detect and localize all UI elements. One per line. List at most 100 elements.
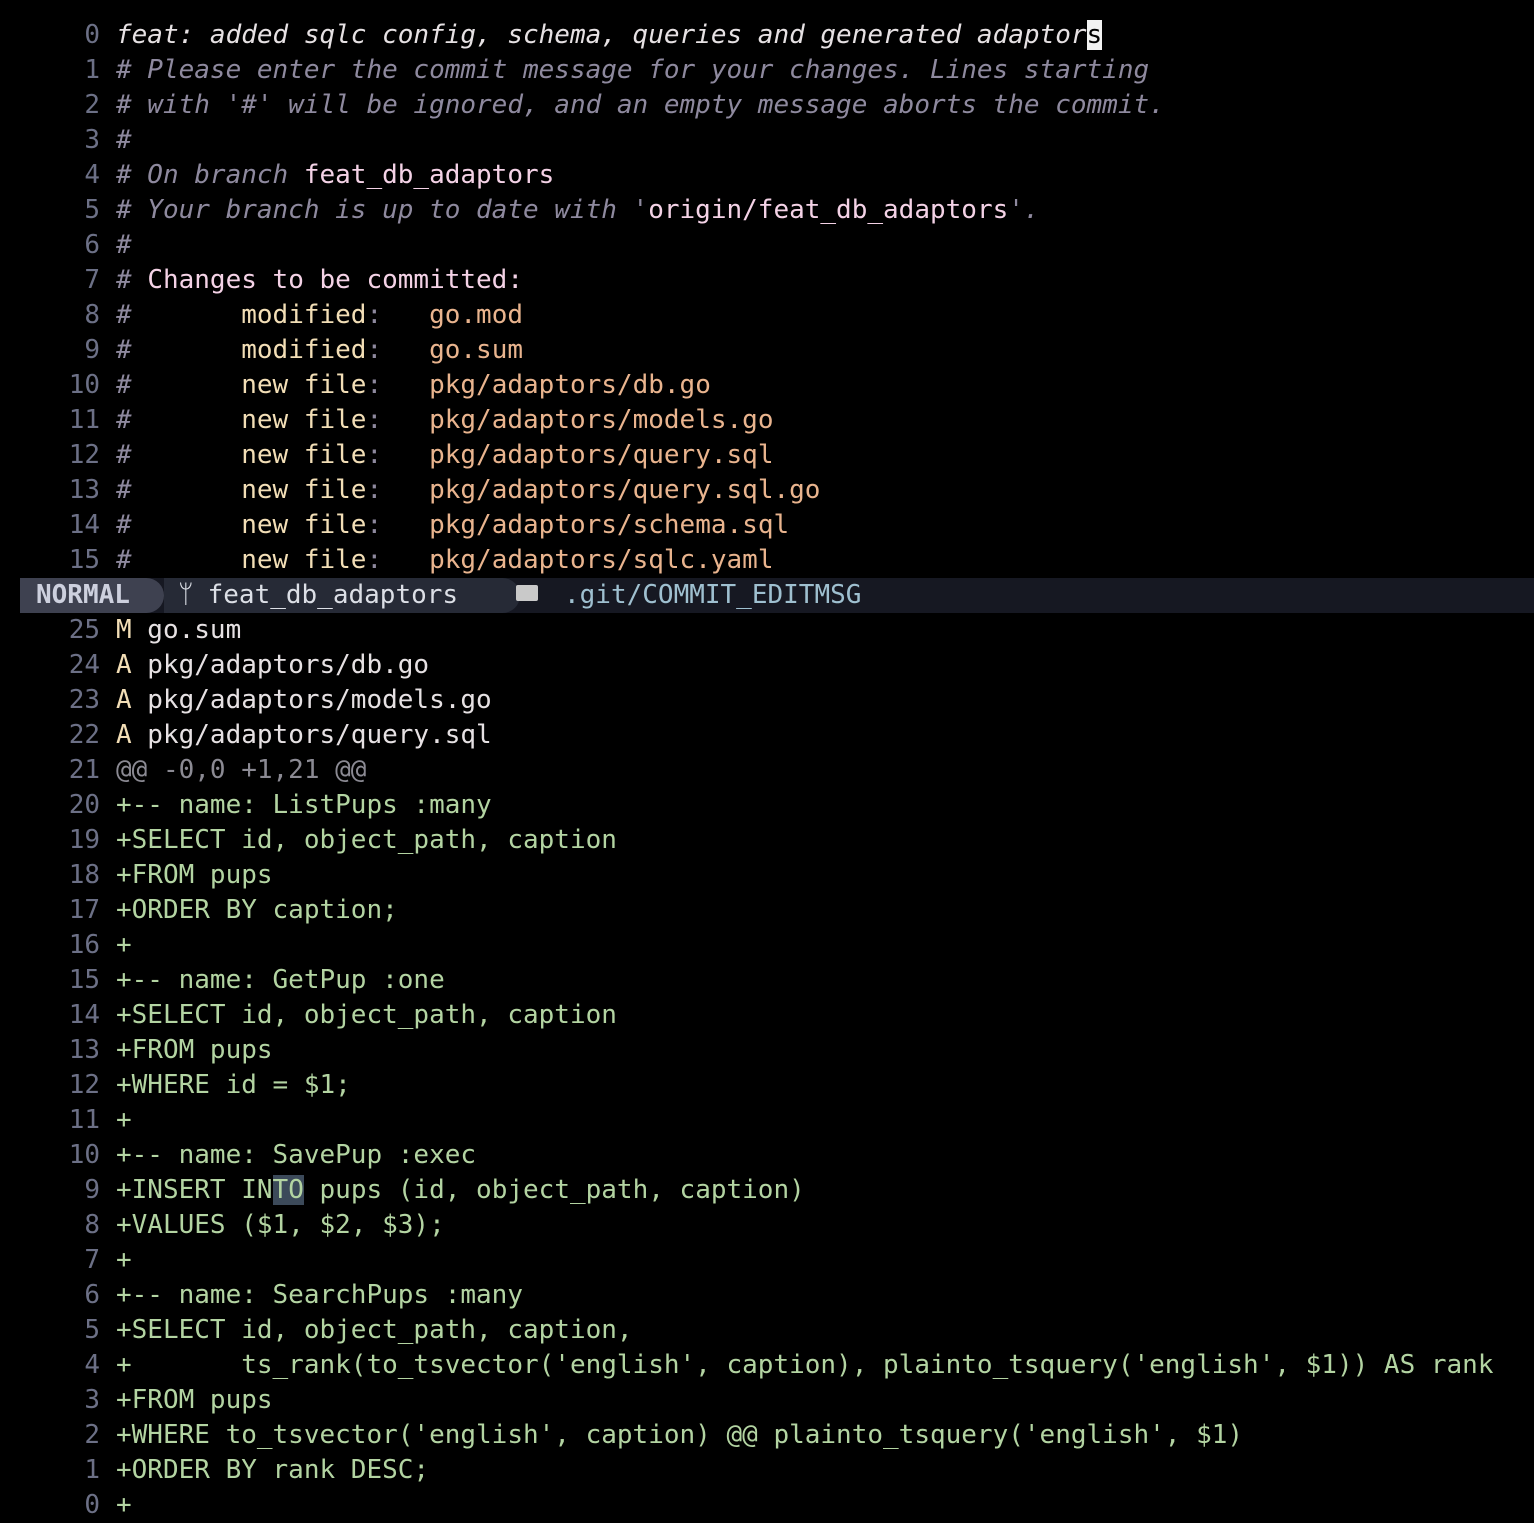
editor-line[interactable]: 13 # new file: pkg/adaptors/query.sql.go	[0, 473, 1534, 508]
text-segment: +WHERE to_tsvector('english', caption) @…	[116, 1420, 1244, 1450]
editor-line[interactable]: 14 # new file: pkg/adaptors/schema.sql	[0, 508, 1534, 543]
text-segment: :	[366, 335, 430, 365]
editor-line[interactable]: 10 # new file: pkg/adaptors/db.go	[0, 368, 1534, 403]
diff-preview-pane[interactable]: 25 M go.sum 24 A pkg/adaptors/db.go 23 A pkg/…	[0, 613, 1534, 1523]
text-segment: feat: added sqlc config, schema, queries…	[116, 20, 1087, 50]
diff-line[interactable]: 25 M go.sum	[0, 613, 1534, 648]
editor-line[interactable]: 5 # Your branch is up to date with 'origi…	[0, 193, 1534, 228]
text-segment: +-- name: SearchPups :many	[116, 1280, 523, 1310]
text-segment: #	[116, 440, 242, 470]
diff-line[interactable]: 17 +ORDER BY caption;	[0, 893, 1534, 928]
text-segment: pkg/adaptors/query.sql	[429, 440, 774, 470]
diff-line[interactable]: 20 +-- name: ListPups :many	[0, 788, 1534, 823]
diff-line[interactable]: 6 +-- name: SearchPups :many	[0, 1278, 1534, 1313]
text-segment: new file	[241, 440, 367, 470]
text-segment: go.mod	[429, 300, 524, 330]
text-segment: :	[366, 440, 430, 470]
text-segment: +-- name: SavePup :exec	[116, 1140, 477, 1170]
diff-line[interactable]: 5 +SELECT id, object_path, caption,	[0, 1313, 1534, 1348]
line-text: # Please enter the commit message for yo…	[116, 53, 1149, 88]
text-segment: pups (id, object_path, caption)	[303, 1175, 805, 1205]
line-number: 18	[68, 860, 100, 890]
line-text: A pkg/adaptors/db.go	[116, 648, 429, 683]
diff-line[interactable]: 23 A pkg/adaptors/models.go	[0, 683, 1534, 718]
line-number: 17	[68, 895, 100, 925]
editor-line[interactable]: 7 # Changes to be committed:	[0, 263, 1534, 298]
line-number: 13	[68, 475, 100, 505]
diff-line[interactable]: 10 +-- name: SavePup :exec	[0, 1138, 1534, 1173]
text-segment: +WHERE id = $1;	[116, 1070, 351, 1100]
diff-line[interactable]: 15 +-- name: GetPup :one	[0, 963, 1534, 998]
line-number: 3	[84, 1385, 100, 1415]
line-number: 1	[84, 1455, 100, 1485]
text-segment: pkg/adaptors/query.sql	[131, 720, 492, 750]
diff-line[interactable]: 21 @@ -0,0 +1,21 @@	[0, 753, 1534, 788]
diff-line[interactable]: 2 +WHERE to_tsvector('english', caption) …	[0, 1418, 1534, 1453]
diff-line[interactable]: 19 +SELECT id, object_path, caption	[0, 823, 1534, 858]
editor-line[interactable]: 12 # new file: pkg/adaptors/query.sql	[0, 438, 1534, 473]
line-text: # modified: go.mod	[116, 298, 523, 333]
text-segment: # On branch	[116, 160, 304, 190]
editor-line[interactable]: 15 # new file: pkg/adaptors/sqlc.yaml	[0, 543, 1534, 578]
editor-line[interactable]: 9 # modified: go.sum	[0, 333, 1534, 368]
editor-line[interactable]: 8 # modified: go.mod	[0, 298, 1534, 333]
editor-line[interactable]: 11 # new file: pkg/adaptors/models.go	[0, 403, 1534, 438]
diff-line[interactable]: 13 +FROM pups	[0, 1033, 1534, 1068]
line-text: feat: added sqlc config, schema, queries…	[116, 18, 1103, 53]
diff-line[interactable]: 12 +WHERE id = $1;	[0, 1068, 1534, 1103]
text-segment: new file	[241, 510, 367, 540]
diff-line[interactable]: 18 +FROM pups	[0, 858, 1534, 893]
editor-line[interactable]: 0 feat: added sqlc config, schema, querie…	[0, 18, 1534, 53]
line-text: # new file: pkg/adaptors/query.sql.go	[116, 473, 820, 508]
line-text: # new file: pkg/adaptors/schema.sql	[116, 508, 789, 543]
diff-line[interactable]: 11 +	[0, 1103, 1534, 1138]
text-segment: #	[116, 405, 242, 435]
text-segment: +-- name: ListPups :many	[116, 790, 492, 820]
text-segment: +ORDER BY caption;	[116, 895, 398, 925]
line-text: M go.sum	[116, 613, 241, 648]
text-cursor: s	[1086, 20, 1103, 50]
line-text: +-- name: GetPup :one	[116, 963, 445, 998]
line-number: 15	[68, 545, 100, 575]
diff-line[interactable]: 9 +INSERT INTO pups (id, object_path, cap…	[0, 1173, 1534, 1208]
editor-line[interactable]: 1 # Please enter the commit message for y…	[0, 53, 1534, 88]
editor-line[interactable]: 3 #	[0, 123, 1534, 158]
text-segment: +SELECT id, object_path, caption,	[116, 1315, 633, 1345]
diff-line[interactable]: 1 +ORDER BY rank DESC;	[0, 1453, 1534, 1488]
diff-line[interactable]: 3 +FROM pups	[0, 1383, 1534, 1418]
text-segment: modified	[241, 300, 367, 330]
editor-line[interactable]: 2 # with '#' will be ignored, and an empt…	[0, 88, 1534, 123]
line-number: 12	[68, 1070, 100, 1100]
line-text: +FROM pups	[116, 858, 273, 893]
text-segment: +SELECT id, object_path, caption	[116, 1000, 617, 1030]
diff-line[interactable]: 4 + ts_rank(to_tsvector('english', captio…	[0, 1348, 1534, 1383]
diff-line[interactable]: 22 A pkg/adaptors/query.sql	[0, 718, 1534, 753]
line-text: +ORDER BY caption;	[116, 893, 398, 928]
text-segment: +	[116, 1245, 132, 1275]
line-text: # new file: pkg/adaptors/sqlc.yaml	[116, 543, 773, 578]
text-segment: #	[116, 370, 242, 400]
diff-line[interactable]: 7 +	[0, 1243, 1534, 1278]
line-number: 11	[68, 1105, 100, 1135]
diff-line[interactable]: 16 +	[0, 928, 1534, 963]
line-number: 9	[84, 335, 100, 365]
text-segment: +-- name: GetPup :one	[116, 965, 445, 995]
line-number: 23	[68, 685, 100, 715]
text-segment: pkg/adaptors/db.go	[429, 370, 711, 400]
status-line: NORMAL ᛘ feat_db_adaptors .git/COMMIT_EDI…	[20, 578, 1534, 613]
text-segment: # Please enter the commit message for yo…	[116, 55, 1150, 85]
line-number: 22	[68, 720, 100, 750]
text-segment: +SELECT id, object_path, caption	[116, 825, 617, 855]
editor-line[interactable]: 6 #	[0, 228, 1534, 263]
text-segment: pkg/adaptors/query.sql.go	[429, 475, 821, 505]
text-segment: A	[116, 685, 132, 715]
diff-line[interactable]: 24 A pkg/adaptors/db.go	[0, 648, 1534, 683]
text-segment: go.sum	[131, 615, 242, 645]
diff-line[interactable]: 8 +VALUES ($1, $2, $3);	[0, 1208, 1534, 1243]
branch-segment: ᛘ feat_db_adaptors	[164, 578, 520, 613]
text-segment: :	[366, 370, 430, 400]
diff-line[interactable]: 14 +SELECT id, object_path, caption	[0, 998, 1534, 1033]
text-segment: pkg/adaptors/sqlc.yaml	[429, 545, 774, 575]
commit-message-editor[interactable]: 0 feat: added sqlc config, schema, querie…	[0, 18, 1534, 578]
editor-line[interactable]: 4 # On branch feat_db_adaptors	[0, 158, 1534, 193]
